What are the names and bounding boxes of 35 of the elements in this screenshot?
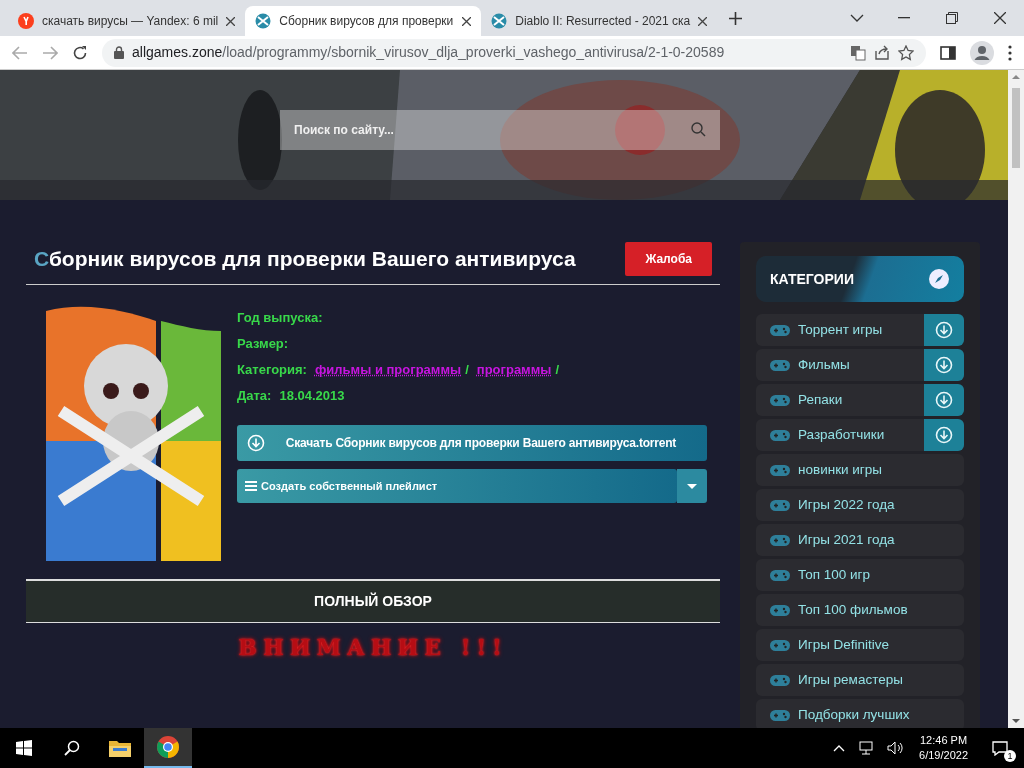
url-text: allgames.zone/load/programmy/sbornik_virusov_dlja_proverki_vashego_antivirusa/2-1-0-20589 bbox=[132, 43, 725, 62]
warning-text: ВНИМАНИЕ !!! bbox=[238, 634, 508, 660]
clock-date: 6/19/2022 bbox=[919, 748, 968, 763]
tab-title: Diablo II: Resurrected - 2021 ска bbox=[515, 13, 691, 30]
download-button[interactable]: Скачать Сборник вирусов для проверки Вашего антивируса.torrent bbox=[237, 425, 707, 461]
field-label: Категория: bbox=[237, 361, 307, 380]
category-item[interactable]: Игры 2022 года bbox=[756, 489, 964, 521]
field-label: Год выпуска: bbox=[237, 309, 323, 328]
playlist-button[interactable]: Создать собственный плейлист bbox=[237, 469, 677, 503]
category-item[interactable]: Топ 100 игр bbox=[756, 559, 964, 591]
tab-title: Сборник вирусов для проверки bbox=[279, 13, 454, 30]
address-bar[interactable]: allgames.zone/load/programmy/sbornik_virusov_dlja_proverki_vashego_antivirusa/2-1-0-20589 bbox=[102, 38, 926, 67]
category-item[interactable]: Игры 2021 года bbox=[756, 524, 964, 556]
separator: / bbox=[465, 361, 469, 380]
category-link[interactable]: программы bbox=[476, 360, 552, 380]
browser-tab[interactable]: Diablo II: Resurrected - 2021 ска bbox=[481, 6, 718, 36]
category-item[interactable]: Игры Definitive bbox=[756, 629, 964, 661]
category-item[interactable]: Игры ремастеры bbox=[756, 664, 964, 696]
category-item[interactable]: Подборки лучших bbox=[756, 699, 964, 728]
category-link[interactable]: фильмы и программы bbox=[314, 360, 462, 380]
section-heading: ПОЛНЫЙ ОБЗОР bbox=[26, 579, 720, 623]
complaint-button[interactable]: Жалоба bbox=[625, 242, 712, 276]
category-item[interactable]: Топ 100 фильмов bbox=[756, 594, 964, 626]
separator: / bbox=[555, 361, 560, 380]
sidebar-title: КАТЕГОРИИ bbox=[770, 269, 854, 289]
field-label: Размер: bbox=[237, 335, 289, 354]
category-item[interactable]: новинки игры bbox=[756, 454, 964, 486]
clock-time: 12:46 PM bbox=[919, 733, 968, 748]
tab-title: скачать вирусы — Yandex: 6 mil bbox=[42, 13, 219, 30]
field-label: Дата: bbox=[237, 387, 272, 406]
field-value: 18.04.2013 bbox=[279, 387, 345, 406]
article-title: Сборник вирусов для проверки Вашего антивируса bbox=[34, 246, 576, 272]
notification-count: 1 bbox=[1004, 750, 1016, 762]
browser-tab[interactable]: Сборник вирусов для проверки bbox=[245, 6, 482, 36]
browser-tab[interactable]: скачать вирусы — Yandex: 6 mil bbox=[8, 6, 246, 36]
